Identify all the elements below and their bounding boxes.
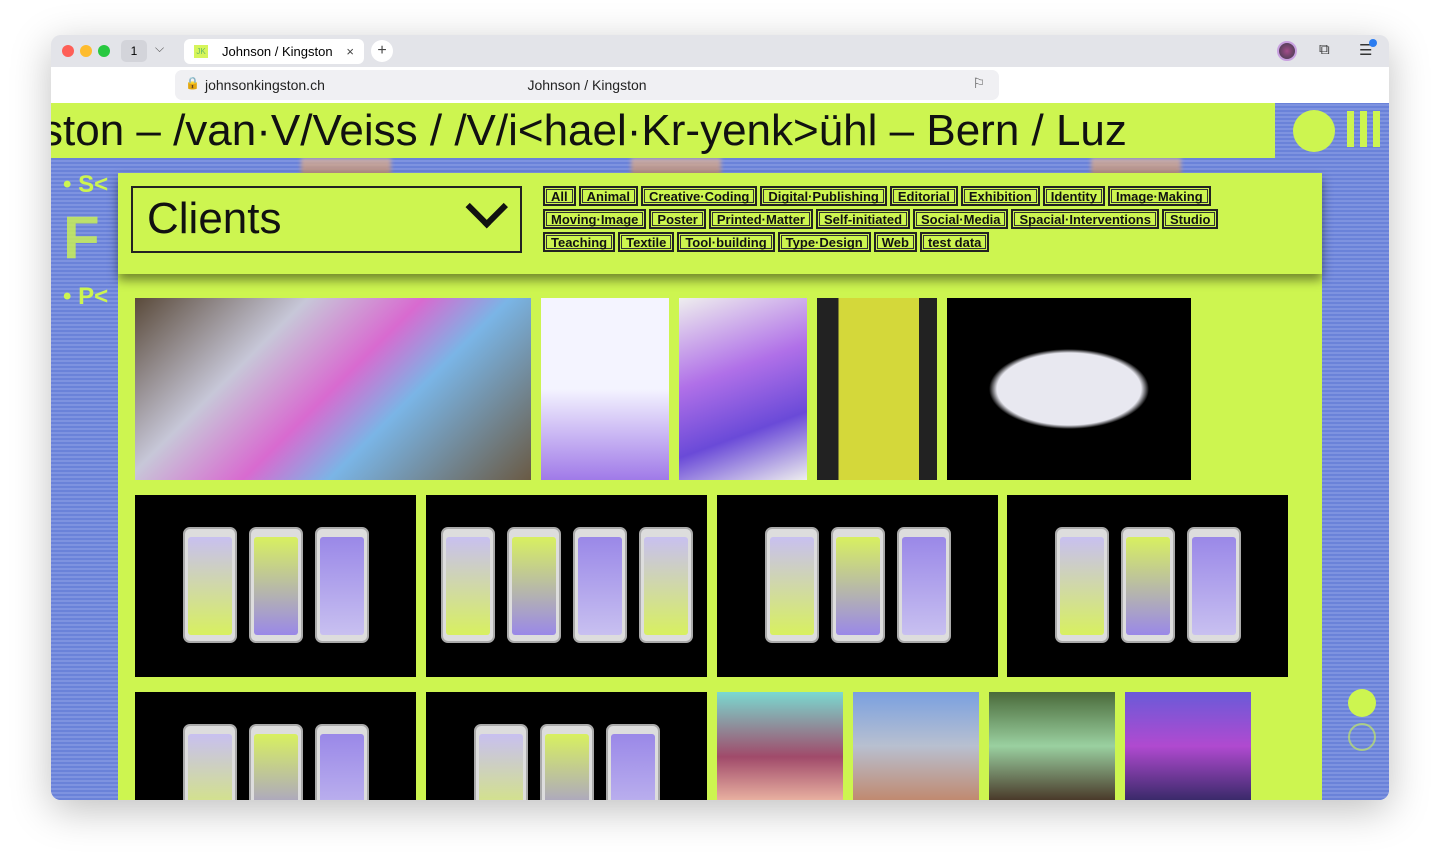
project-thumbnail[interactable] <box>1007 495 1288 677</box>
tag-button[interactable]: Image·Making <box>1107 186 1211 206</box>
minimize-window-button[interactable] <box>80 45 92 57</box>
project-thumbnail[interactable] <box>541 298 669 480</box>
project-thumbnail[interactable] <box>947 298 1191 480</box>
phone-mockup <box>1120 527 1175 643</box>
close-window-button[interactable] <box>62 45 74 57</box>
phone-mockup <box>830 527 885 643</box>
close-tab-icon[interactable]: × <box>346 39 354 64</box>
browser-tab[interactable]: JK Johnson / Kingston × <box>184 39 364 64</box>
tag-button[interactable]: Animal <box>578 186 638 206</box>
tag-button[interactable]: Web <box>873 232 917 252</box>
tag-filter-list: All Animal Creative·Coding Digital·Publishi… <box>543 186 1263 252</box>
chevron-down-icon <box>465 185 508 229</box>
side-text: F <box>63 204 100 271</box>
project-thumbnail[interactable] <box>135 692 416 800</box>
menu-icon[interactable]: ☰ <box>1359 39 1377 59</box>
browser-window: 1 ⌵ JK Johnson / Kingston × + ⧉ ☰ 🔒 john… <box>51 35 1389 800</box>
tag-button[interactable]: Digital·Publishing <box>760 186 887 206</box>
project-thumbnail[interactable] <box>135 495 416 677</box>
project-thumbnail[interactable] <box>717 692 843 800</box>
menu-bars-button[interactable] <box>1347 111 1381 147</box>
tag-button[interactable]: Editorial <box>889 186 958 206</box>
tag-row: Teaching Textile Tool·building Type·Design W… <box>543 232 1263 252</box>
circle-indicator[interactable] <box>1348 689 1376 717</box>
tag-row: Moving·Image Poster Printed·Matter Self-ini… <box>543 209 1263 229</box>
tag-button[interactable]: Teaching <box>543 232 616 252</box>
phone-mockup <box>638 527 693 643</box>
project-grid <box>118 274 1322 800</box>
phone-mockup <box>605 724 660 800</box>
phone-mockup <box>182 527 237 643</box>
tab-count[interactable]: 1 <box>121 40 147 62</box>
tag-button[interactable]: Spacial·Interventions <box>1011 209 1159 229</box>
phone-mockup <box>248 527 303 643</box>
circle-indicator-outline[interactable] <box>1348 723 1376 751</box>
project-thumbnail[interactable] <box>717 495 998 677</box>
phone-mockup <box>764 527 819 643</box>
tag-button[interactable]: Self-initiated <box>816 209 911 229</box>
dropdown-value: Clients <box>147 194 282 243</box>
tag-button[interactable]: Social·Media <box>913 209 1009 229</box>
project-thumbnail[interactable] <box>989 692 1115 800</box>
circle-button[interactable] <box>1293 110 1335 152</box>
tag-button[interactable]: Studio <box>1161 209 1219 229</box>
phone-mockup <box>248 724 303 800</box>
title-bar: 1 ⌵ JK Johnson / Kingston × + ⧉ ☰ <box>51 35 1389 67</box>
tag-button[interactable]: Tool·building <box>677 232 775 252</box>
page-content: ston – /van·V/Veiss / /V/i<hael·Kr-yenk>… <box>51 103 1389 800</box>
url-field[interactable]: 🔒 johnsonkingston.ch Johnson / Kingston … <box>175 70 999 100</box>
tag-button[interactable]: Identity <box>1042 186 1105 206</box>
favicon-icon: JK <box>194 45 208 58</box>
phone-mockup <box>314 527 369 643</box>
phone-mockup <box>440 527 495 643</box>
phone-mockup <box>539 724 594 800</box>
phone-mockup <box>506 527 561 643</box>
tag-button[interactable]: Textile <box>618 232 675 252</box>
profile-avatar[interactable] <box>1277 41 1297 61</box>
tag-button[interactable]: Type·Design <box>777 232 871 252</box>
page-title: Johnson / Kingston <box>527 77 647 93</box>
filter-panel: Clients All Animal Creative·Coding Digital·… <box>118 173 1322 274</box>
phone-mockup <box>1054 527 1109 643</box>
project-thumbnail[interactable] <box>853 692 979 800</box>
side-text: • S< <box>63 171 109 198</box>
maximize-window-button[interactable] <box>98 45 110 57</box>
bookmark-icon[interactable]: ⚐ <box>972 75 985 92</box>
tag-row: All Animal Creative·Coding Digital·Publishi… <box>543 186 1263 206</box>
phone-mockup <box>1186 527 1241 643</box>
tag-button[interactable]: Printed·Matter <box>708 209 813 229</box>
tag-button[interactable]: test data <box>919 232 990 252</box>
tag-button[interactable]: Exhibition <box>960 186 1040 206</box>
project-thumbnail[interactable] <box>1125 692 1251 800</box>
new-tab-button[interactable]: + <box>371 40 393 62</box>
category-dropdown[interactable]: Clients <box>131 185 522 253</box>
tag-button[interactable]: All <box>543 186 576 206</box>
phone-mockup <box>182 724 237 800</box>
address-bar: 🔒 johnsonkingston.ch Johnson / Kingston … <box>51 67 1389 103</box>
project-thumbnail[interactable] <box>426 495 707 677</box>
project-thumbnail[interactable] <box>426 692 707 800</box>
tag-button[interactable]: Moving·Image <box>543 209 647 229</box>
project-thumbnail[interactable] <box>817 298 937 480</box>
phone-mockup <box>314 724 369 800</box>
tab-title: Johnson / Kingston <box>222 44 333 59</box>
bookmarks-icon[interactable]: ⧉ <box>1319 41 1330 58</box>
scrolling-names-marquee: ston – /van·V/Veiss / /V/i<hael·Kr-yenk>… <box>51 103 1275 158</box>
chevron-down-icon[interactable]: ⌵ <box>155 41 164 56</box>
phone-mockup <box>572 527 627 643</box>
phone-mockup <box>473 724 528 800</box>
side-text: • P< <box>63 283 109 310</box>
phone-mockup <box>896 527 951 643</box>
tag-button[interactable]: Poster <box>649 209 706 229</box>
tag-button[interactable]: Creative·Coding <box>640 186 758 206</box>
project-thumbnail[interactable] <box>679 298 807 480</box>
project-thumbnail[interactable] <box>135 298 531 480</box>
